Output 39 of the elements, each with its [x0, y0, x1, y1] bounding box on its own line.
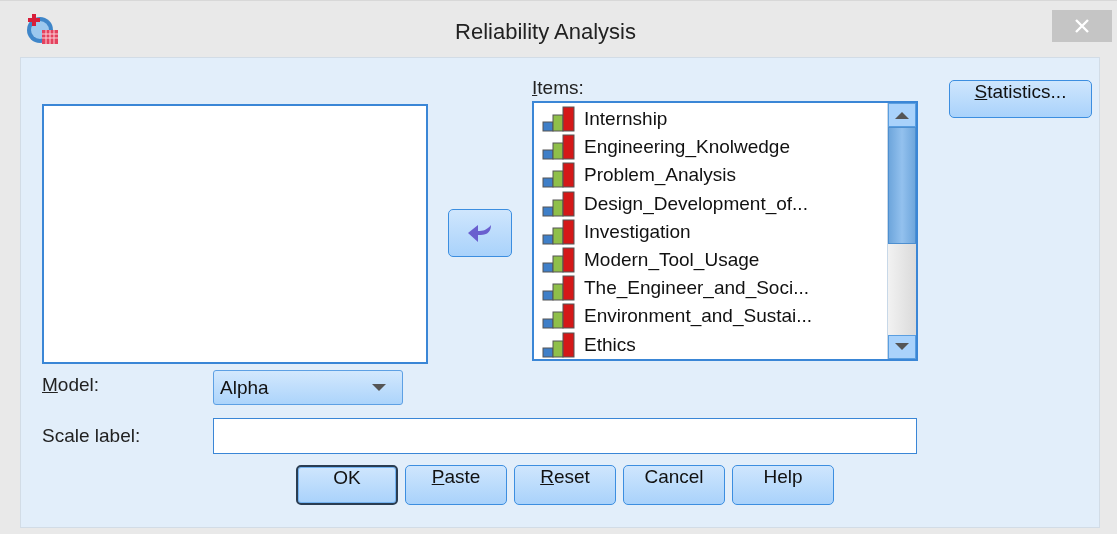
bars-icon	[542, 218, 576, 245]
variable-name[interactable]: Ethics	[584, 333, 636, 356]
bars-icon	[542, 247, 576, 274]
dialog-button[interactable]: OK	[296, 465, 398, 505]
bars-icon	[542, 331, 576, 358]
bars-icon	[542, 106, 576, 133]
model-dropdown[interactable]: Alpha	[213, 370, 403, 405]
window-title: Reliability Analysis	[455, 19, 636, 45]
bars-icon	[542, 190, 576, 217]
variable-name[interactable]: Investigation	[584, 220, 691, 243]
bars-icon	[542, 303, 576, 330]
bars-icon	[542, 275, 576, 302]
model-label: Model:	[42, 374, 101, 396]
down-arrow-icon	[895, 343, 909, 351]
close-icon	[1074, 18, 1090, 34]
variable-name[interactable]: Environment_and_Sustai...	[584, 305, 813, 328]
variable-name[interactable]: Design_Development_of...	[584, 192, 808, 215]
caret-icon	[372, 384, 386, 391]
statistics-button[interactable]: Statistics...	[949, 80, 1092, 118]
app-icon	[25, 13, 59, 45]
scrollbar[interactable]	[887, 103, 916, 359]
variable-name[interactable]: Problem_Analysis	[584, 164, 737, 187]
dialog-button[interactable]: Paste	[405, 465, 507, 505]
variable-name[interactable]: The_Engineer_and_Soci...	[584, 277, 809, 300]
scale-label-field[interactable]	[213, 418, 917, 454]
variable-name[interactable]: Modern_Tool_Usage	[584, 249, 760, 272]
items-list[interactable]: Internship Engineering_Knolwedge Problem_Analysis Design_Development_of... Investigation Modern_Tool_Usage The_Engineer_and_Soci... Environment_and_Sustai... Ethics	[532, 101, 918, 361]
up-arrow-icon	[895, 111, 909, 119]
scale-label: Scale label:	[42, 425, 142, 447]
variable-name[interactable]: Internship	[584, 108, 668, 131]
move-back-button[interactable]	[448, 208, 512, 257]
dialog-button[interactable]: Cancel	[623, 465, 725, 505]
bars-icon	[542, 134, 576, 161]
variable-list[interactable]	[42, 104, 428, 364]
bars-icon	[542, 162, 576, 189]
dialog-button[interactable]: Reset	[514, 465, 616, 505]
variable-name[interactable]: Engineering_Knolwedge	[584, 136, 790, 159]
items-label: Items:	[532, 77, 584, 99]
dialog-button[interactable]: Help	[732, 465, 834, 505]
